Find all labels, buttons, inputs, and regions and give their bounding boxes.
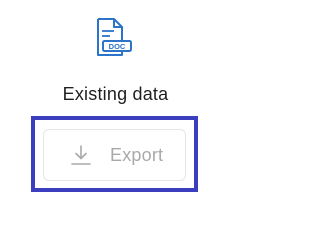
card-title: Existing data [62, 84, 169, 104]
export-button-label: Export [110, 144, 164, 165]
document-doc-icon: DOC [97, 18, 132, 56]
doc-icon-label: DOC [109, 42, 126, 51]
download-icon [71, 145, 91, 165]
export-button[interactable]: Export [43, 129, 186, 181]
